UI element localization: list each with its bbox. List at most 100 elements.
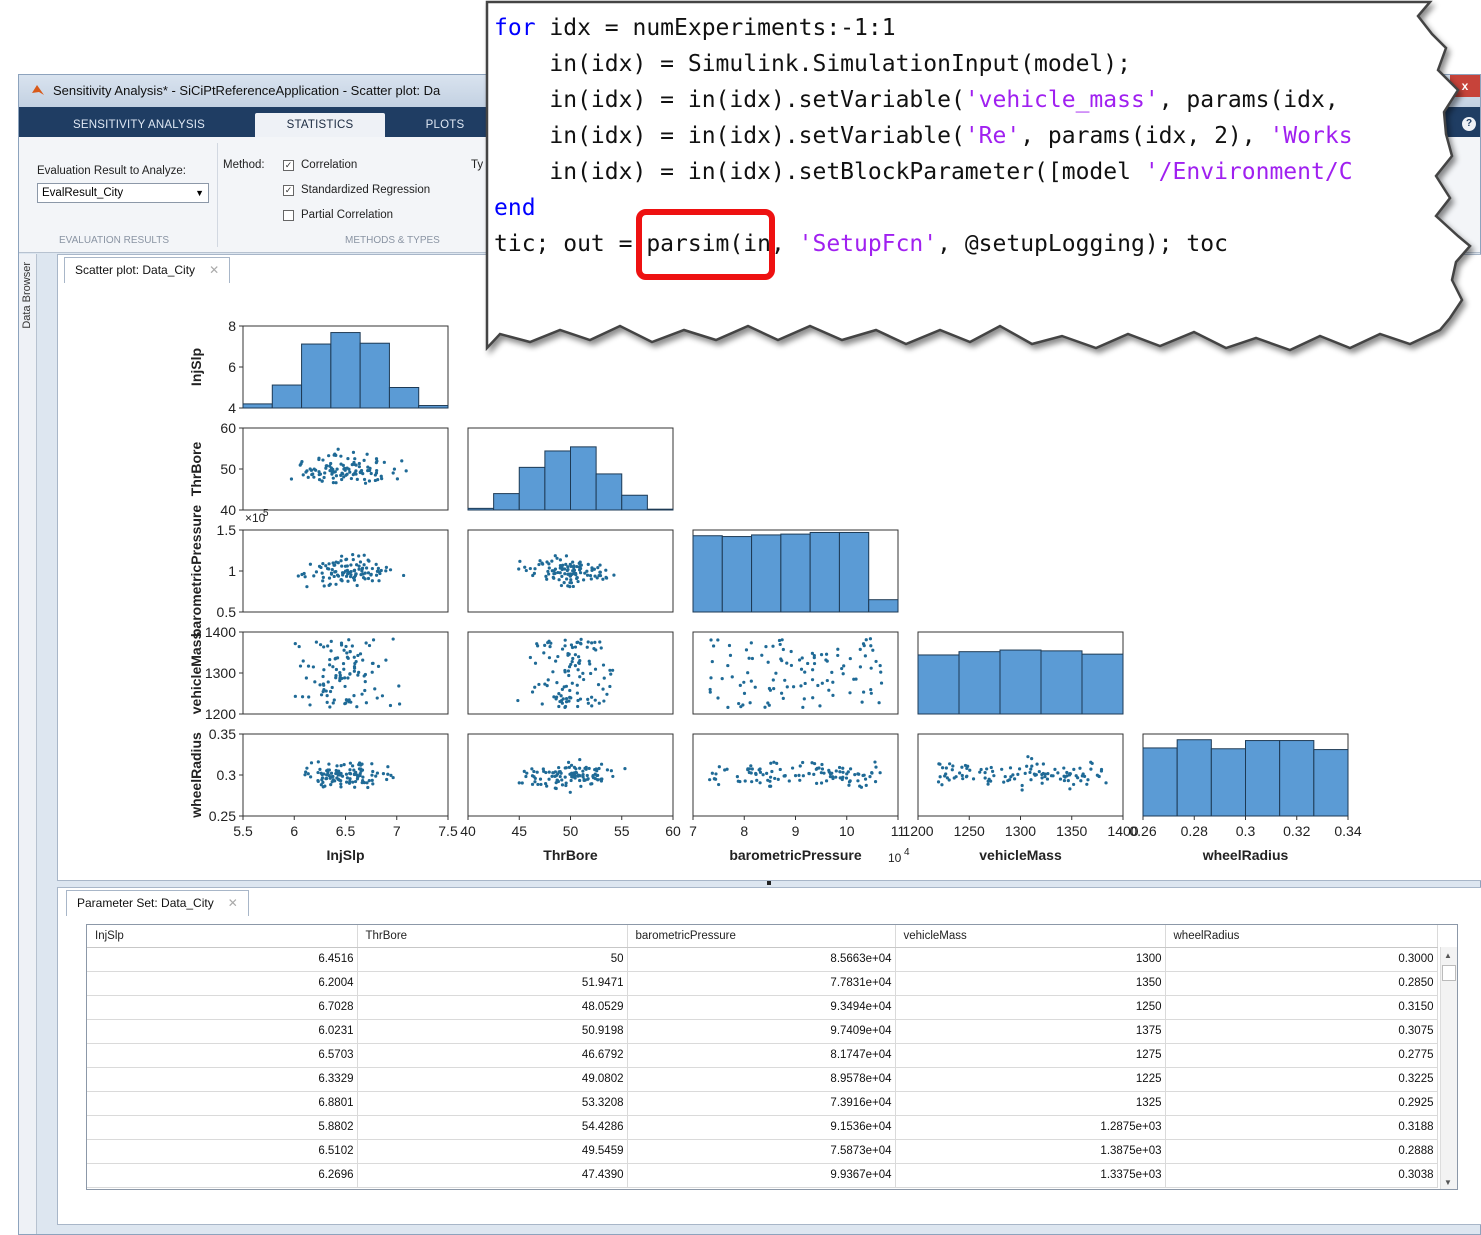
table-cell[interactable]: 48.0529	[357, 995, 628, 1020]
splitter-handle[interactable]	[767, 881, 771, 885]
table-cell[interactable]: 0.3038	[1165, 1163, 1438, 1188]
scatter-point	[595, 773, 599, 778]
table-cell[interactable]: 1350	[895, 971, 1166, 996]
scatter-point	[574, 771, 579, 775]
table-cell[interactable]: 1.3875e+03	[895, 1139, 1166, 1164]
table-cell[interactable]: 49.0802	[357, 1067, 628, 1092]
parameter-table[interactable]: InjSlp ThrBore barometricPressure vehicleMa…	[86, 924, 1458, 1190]
data-browser-sidebar[interactable]: Data Browser	[19, 254, 37, 1234]
table-row[interactable]: 6.2696 47.4390 9.9367e+04 1.3375e+03 0.3038	[87, 1163, 1438, 1188]
tab-parameter-set[interactable]: Parameter Set: Data_City ✕	[66, 890, 249, 916]
correlation-checkbox[interactable]: ✓	[283, 160, 294, 171]
table-row[interactable]: 6.5102 49.5459 7.5873e+04 1.3875e+03 0.2888	[87, 1139, 1438, 1164]
scatter-point	[557, 765, 561, 770]
table-cell[interactable]: 50.9198	[357, 1019, 628, 1044]
close-icon[interactable]: ✕	[228, 896, 238, 910]
table-cell[interactable]: 51.9471	[357, 971, 628, 996]
table-cell[interactable]: 9.1536e+04	[627, 1115, 896, 1140]
column-header[interactable]: barometricPressure	[627, 925, 896, 948]
close-icon[interactable]: ✕	[209, 263, 219, 277]
table-cell[interactable]: 47.4390	[357, 1163, 628, 1188]
scatter-point	[1016, 772, 1020, 776]
standardized-regression-checkbox[interactable]: ✓	[283, 185, 294, 196]
scatter-point	[868, 774, 872, 779]
table-cell[interactable]: 1.3375e+03	[895, 1163, 1166, 1188]
table-row[interactable]: 6.3329 49.0802 8.9578e+04 1225 0.3225	[87, 1067, 1438, 1092]
table-cell[interactable]: 1300	[895, 947, 1166, 972]
table-row[interactable]: 6.5703 46.6792 8.1747e+04 1275 0.2775	[87, 1043, 1438, 1068]
tab-scatter-plot[interactable]: Scatter plot: Data_City ✕	[64, 257, 231, 283]
table-cell[interactable]: 0.3188	[1165, 1115, 1438, 1140]
scatter-point	[545, 577, 549, 581]
partial-correlation-checkbox[interactable]	[283, 210, 294, 221]
table-cell[interactable]: 9.7409e+04	[627, 1019, 896, 1044]
table-cell[interactable]: 50	[357, 947, 628, 972]
eval-result-dropdown[interactable]: EvalResult_City ▼	[37, 183, 209, 203]
scatter-point	[863, 777, 868, 781]
table-cell[interactable]: 1325	[895, 1091, 1166, 1116]
table-cell[interactable]: 0.3150	[1165, 995, 1438, 1020]
table-cell[interactable]: 6.3329	[87, 1067, 358, 1092]
table-cell[interactable]: 6.5703	[87, 1043, 358, 1068]
scatter-point	[532, 769, 536, 774]
table-cell[interactable]: 7.3916e+04	[627, 1091, 896, 1116]
table-cell[interactable]: 1375	[895, 1019, 1166, 1044]
table-row[interactable]: 6.7028 48.0529 9.3494e+04 1250 0.3150	[87, 995, 1438, 1020]
table-cell[interactable]: 0.3225	[1165, 1067, 1438, 1092]
column-header[interactable]: wheelRadius	[1165, 925, 1438, 948]
table-cell[interactable]: 6.2004	[87, 971, 358, 996]
table-cell[interactable]: 6.7028	[87, 995, 358, 1020]
table-cell[interactable]: 0.2775	[1165, 1043, 1438, 1068]
scroll-down-icon[interactable]: ▼	[1444, 1178, 1452, 1187]
scatter-point	[322, 772, 326, 776]
table-cell[interactable]: 46.6792	[357, 1043, 628, 1068]
vertical-scrollbar[interactable]: ▲ ▼	[1440, 947, 1457, 1189]
column-header[interactable]: InjSlp	[87, 925, 358, 948]
table-cell[interactable]: 0.3075	[1165, 1019, 1438, 1044]
table-cell[interactable]: 54.4286	[357, 1115, 628, 1140]
table-row[interactable]: 6.0231 50.9198 9.7409e+04 1375 0.3075	[87, 1019, 1438, 1044]
table-cell[interactable]: 0.2888	[1165, 1139, 1438, 1164]
table-row[interactable]: 6.4516 50 8.5663e+04 1300 0.3000	[87, 947, 1438, 972]
help-icon[interactable]: ?	[1462, 117, 1476, 131]
tab-statistics[interactable]: STATISTICS	[255, 113, 385, 137]
table-row[interactable]: 6.2004 51.9471 7.7831e+04 1350 0.2850	[87, 971, 1438, 996]
table-cell[interactable]: 6.2696	[87, 1163, 358, 1188]
table-cell[interactable]: 1225	[895, 1067, 1166, 1092]
table-cell[interactable]: 5.8802	[87, 1115, 358, 1140]
scatter-point	[321, 458, 325, 462]
scatter-point	[1028, 770, 1032, 775]
scatter-point	[767, 686, 772, 691]
scatter-point	[334, 667, 339, 672]
table-cell[interactable]: 8.1747e+04	[627, 1043, 896, 1068]
table-cell[interactable]: 8.9578e+04	[627, 1067, 896, 1092]
table-cell[interactable]: 6.5102	[87, 1139, 358, 1164]
table-cell[interactable]: 6.8801	[87, 1091, 358, 1116]
tab-plots[interactable]: PLOTS	[395, 113, 495, 137]
table-row[interactable]: 6.8801 53.3208 7.3916e+04 1325 0.2925	[87, 1091, 1438, 1116]
table-cell[interactable]: 1275	[895, 1043, 1166, 1068]
table-row[interactable]: 5.8802 54.4286 9.1536e+04 1.2875e+03 0.3188	[87, 1115, 1438, 1140]
table-cell[interactable]: 9.3494e+04	[627, 995, 896, 1020]
table-cell[interactable]: 53.3208	[357, 1091, 628, 1116]
window-close-button[interactable]: x	[1450, 75, 1480, 97]
table-cell[interactable]: 8.5663e+04	[627, 947, 896, 972]
table-cell[interactable]: 6.4516	[87, 947, 358, 972]
x-tick-label: 6.5	[336, 823, 356, 839]
tab-sensitivity-analysis[interactable]: SENSITIVITY ANALYSIS	[29, 113, 249, 137]
table-cell[interactable]: 1.2875e+03	[895, 1115, 1166, 1140]
table-cell[interactable]: 0.2925	[1165, 1091, 1438, 1116]
column-header[interactable]: vehicleMass	[895, 925, 1166, 948]
table-cell[interactable]: 49.5459	[357, 1139, 628, 1164]
table-cell[interactable]: 0.2850	[1165, 971, 1438, 996]
table-cell[interactable]: 9.9367e+04	[627, 1163, 896, 1188]
table-cell[interactable]: 6.0231	[87, 1019, 358, 1044]
column-header[interactable]: ThrBore	[357, 925, 628, 948]
scroll-up-icon[interactable]: ▲	[1444, 951, 1452, 960]
table-cell[interactable]: 0.3000	[1165, 947, 1438, 972]
table-cell[interactable]: 7.7831e+04	[627, 971, 896, 996]
table-cell[interactable]: 7.5873e+04	[627, 1139, 896, 1164]
table-cell[interactable]: 1250	[895, 995, 1166, 1020]
scroll-thumb[interactable]	[1442, 965, 1456, 981]
scatter-point	[348, 779, 352, 783]
